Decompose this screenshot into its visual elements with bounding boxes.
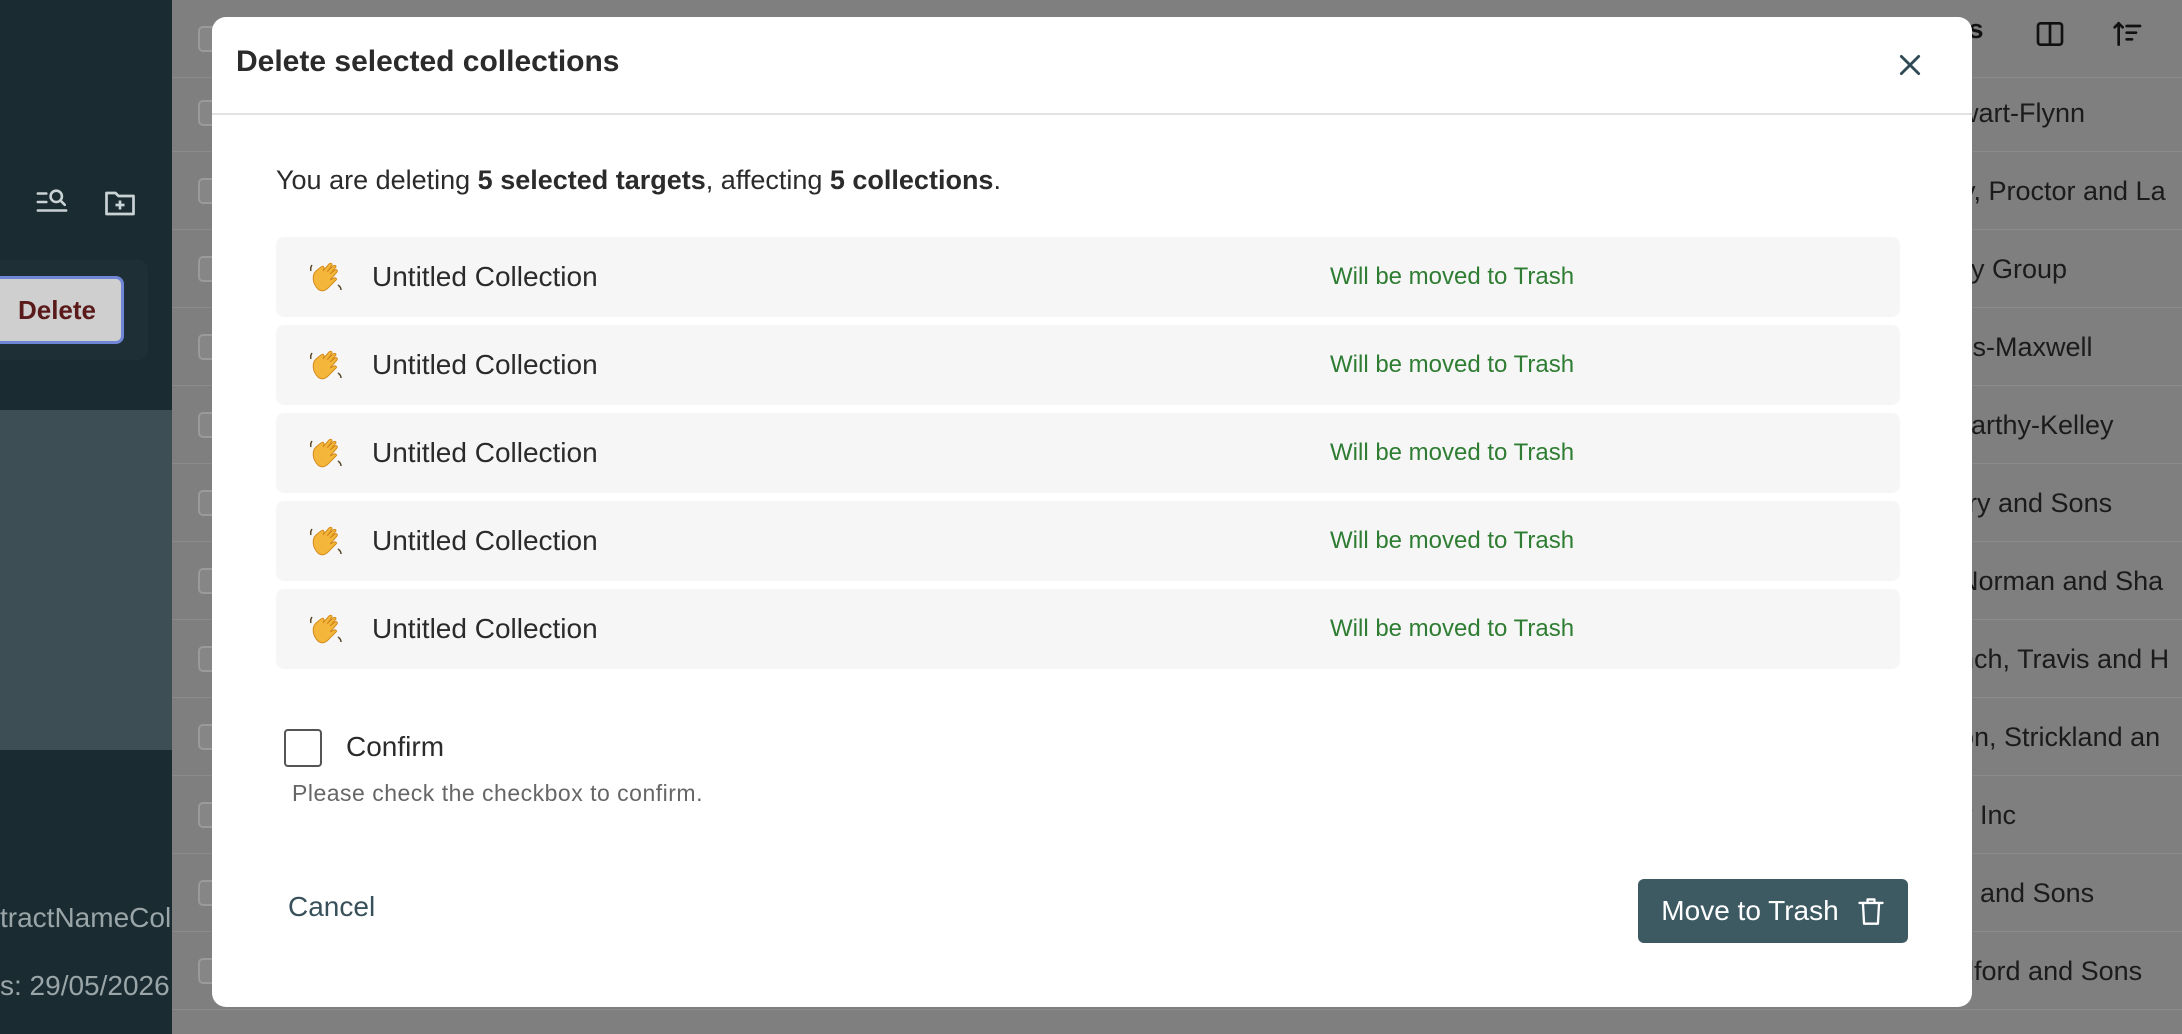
- summary-targets: 5 selected targets: [477, 165, 706, 195]
- collection-name: Untitled Collection: [372, 613, 598, 644]
- waving-hand-icon: [308, 523, 344, 559]
- list-item: Untitled Collection Will be moved to Tra…: [276, 413, 1900, 493]
- collection-status: Will be moved to Trash: [1330, 615, 1575, 642]
- row-name: , Norman and Sha: [1944, 566, 2164, 596]
- row-name: adford and Sons: [1944, 956, 2143, 986]
- delete-collections-dialog: Delete selected collections You are dele…: [212, 17, 1972, 1007]
- list-item: Untitled Collection Will be moved to Tra…: [276, 501, 1900, 581]
- close-button[interactable]: [1888, 43, 1932, 87]
- sidebar: Delete tractNameCol s: 29/05/2026: [0, 0, 172, 1034]
- waving-hand-icon: [308, 259, 344, 295]
- collection-name: Untitled Collection: [372, 349, 598, 380]
- collection-status: Will be moved to Trash: [1330, 439, 1575, 466]
- summary-collections: 5 collections: [829, 165, 994, 195]
- summary-prefix: You are deleting: [276, 165, 478, 195]
- search-list-icon[interactable]: [32, 182, 72, 222]
- list-item: Untitled Collection Will be moved to Tra…: [276, 325, 1900, 405]
- list-item: Untitled Collection Will be moved to Tra…: [276, 237, 1900, 317]
- row-name: ench, Travis and H: [1944, 644, 2170, 674]
- collection-name: Untitled Collection: [372, 261, 598, 292]
- confirm-label[interactable]: Confirm: [346, 731, 444, 763]
- close-icon: [1899, 54, 1921, 76]
- collection-name: Untitled Collection: [372, 437, 598, 468]
- confirm-hint: Please check the checkbox to confirm.: [292, 780, 703, 806]
- waving-hand-icon: [308, 435, 344, 471]
- summary-middle: , affecting: [705, 165, 830, 195]
- collection-item-list: Untitled Collection Will be moved to Tra…: [276, 237, 1900, 677]
- collection-status: Will be moved to Trash: [1330, 527, 1575, 554]
- sidebar-mid: [0, 410, 172, 750]
- waving-hand-icon: [308, 347, 344, 383]
- sidebar-delete-button[interactable]: Delete: [0, 276, 124, 344]
- dialog-title: Delete selected collections: [236, 45, 620, 78]
- new-folder-icon[interactable]: [100, 182, 140, 222]
- move-to-trash-button[interactable]: Move to Trash: [1638, 879, 1908, 943]
- trash-icon: [1858, 898, 1884, 925]
- collection-name: Untitled Collection: [372, 525, 598, 556]
- waving-hand-icon: [308, 611, 344, 647]
- move-to-trash-label: Move to Trash: [1661, 895, 1839, 926]
- list-item: Untitled Collection Will be moved to Tra…: [276, 589, 1900, 669]
- sidebar-text-1: tractNameCol: [0, 902, 172, 933]
- delete-summary: You are deleting 5 selected targets, aff…: [276, 165, 1001, 196]
- row-name: oon, Strickland an: [1944, 722, 2161, 752]
- confirm-checkbox[interactable]: [284, 729, 322, 767]
- sidebar-text-2: s: 29/05/2026: [0, 970, 170, 1001]
- collection-status: Will be moved to Trash: [1330, 263, 1575, 290]
- summary-suffix: .: [993, 165, 1001, 195]
- cancel-button[interactable]: Cancel: [288, 891, 375, 931]
- dialog-header: Delete selected collections: [212, 17, 1972, 115]
- collection-status: Will be moved to Trash: [1330, 351, 1575, 378]
- row-name: rry, Proctor and La: [1944, 176, 2166, 206]
